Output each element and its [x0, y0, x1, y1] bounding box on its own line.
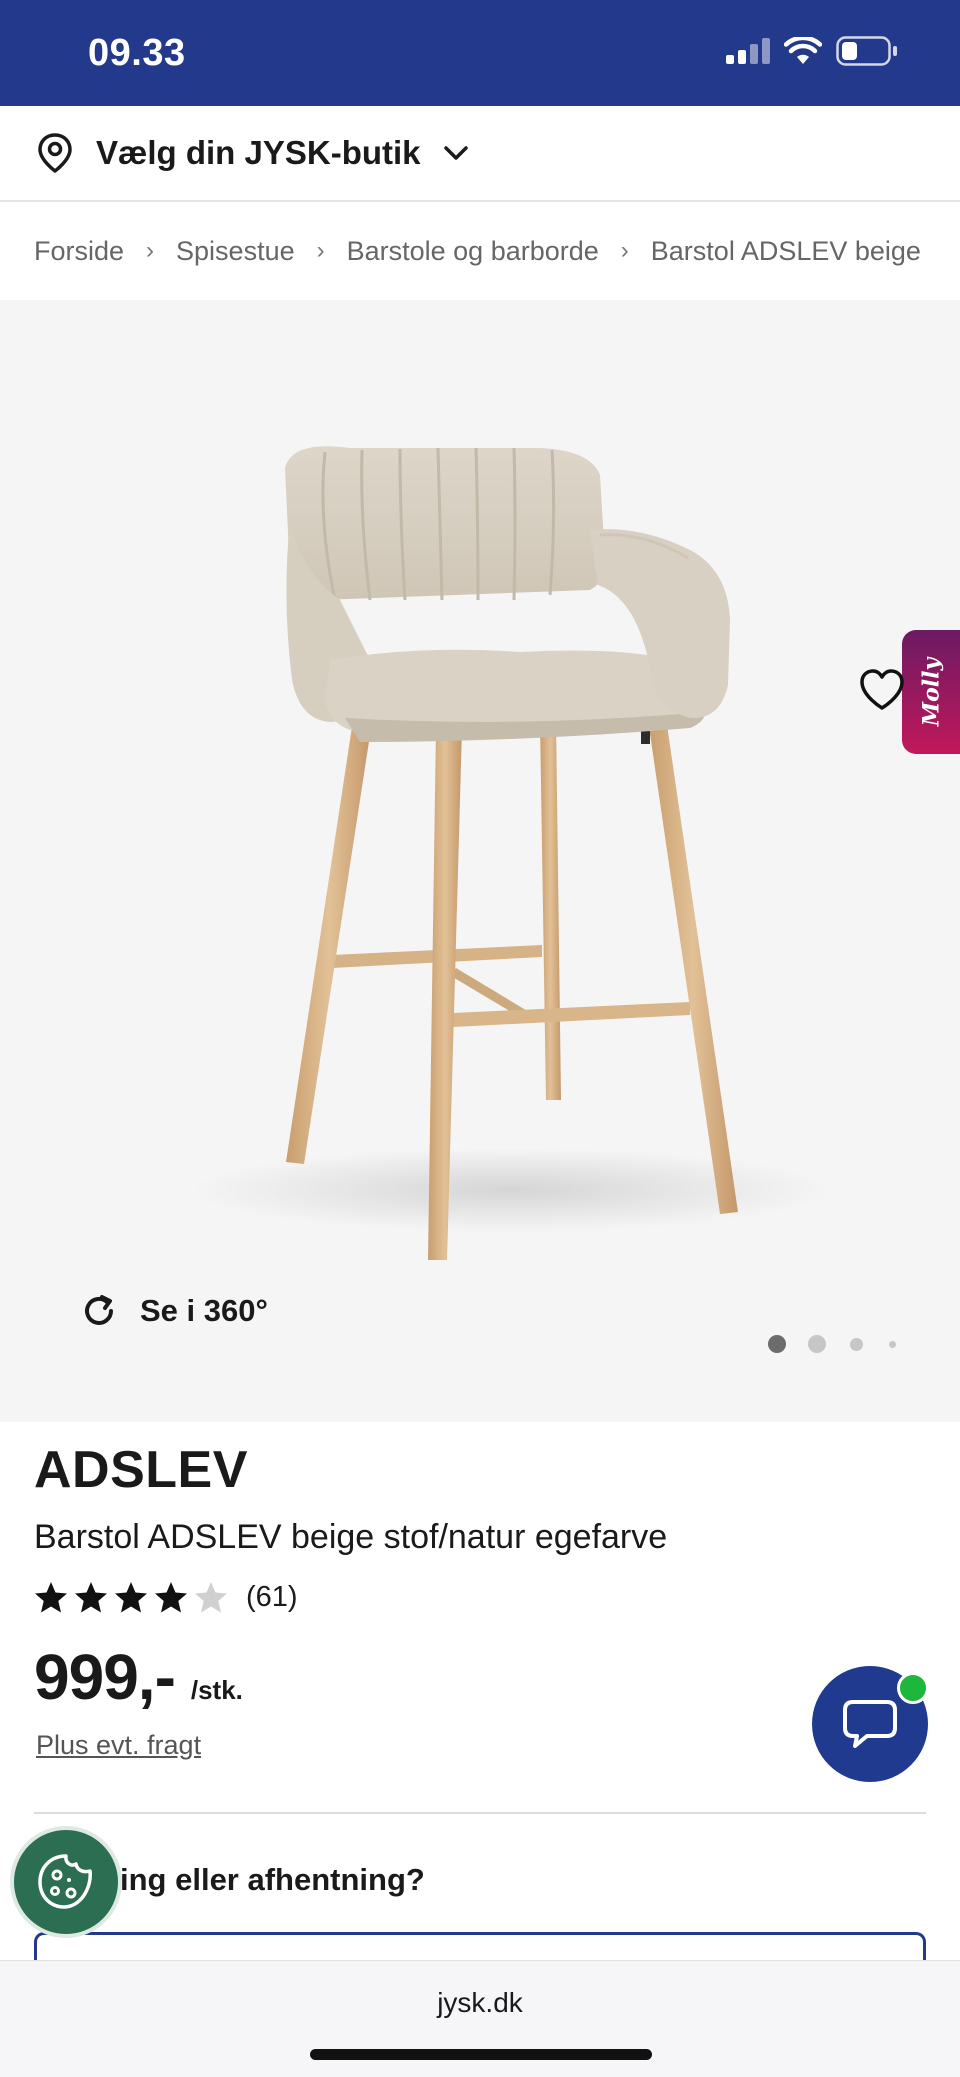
cookie-settings-button[interactable] [10, 1826, 122, 1938]
location-pin-icon [38, 133, 72, 173]
price-row: 999,- /stk. [34, 1640, 243, 1714]
view-360-label: Se i 360° [140, 1293, 268, 1328]
browser-url[interactable]: jysk.dk [0, 1987, 960, 2019]
breadcrumb-separator-icon: › [146, 237, 155, 264]
store-selector[interactable]: Vælg din JYSK-butik [0, 106, 960, 202]
status-icons [726, 36, 898, 66]
review-count: (61) [246, 1580, 298, 1613]
carousel-dot-active[interactable] [768, 1335, 786, 1353]
home-indicator[interactable] [310, 2049, 652, 2060]
view-360-button[interactable]: Se i 360° [80, 1292, 268, 1330]
product-price: 999,- [34, 1641, 176, 1713]
heart-icon[interactable] [858, 668, 906, 712]
carousel-dot[interactable] [808, 1335, 826, 1353]
store-selector-label: Vælg din JYSK-butik [96, 134, 421, 171]
breadcrumb-item-current: Barstol ADSLEV beige [650, 235, 921, 266]
status-time: 09.33 [88, 32, 186, 74]
cellular-signal-icon [726, 38, 770, 64]
product-image [190, 446, 830, 1260]
carousel-dots[interactable] [768, 1335, 896, 1353]
chat-bubble-icon [843, 1700, 897, 1748]
rating-stars [35, 1582, 227, 1613]
product-description: Barstol ADSLEV beige stof/natur egefarve [34, 1518, 668, 1556]
product-name: ADSLEV [34, 1441, 248, 1499]
carousel-dot[interactable] [889, 1340, 896, 1348]
molly-label: Molly [918, 657, 944, 727]
breadcrumb-item-spisestue[interactable]: Spisestue [176, 236, 295, 267]
price-unit: /stk. [190, 1675, 243, 1705]
freight-link[interactable]: Plus evt. fragt [36, 1730, 201, 1761]
product-rating[interactable]: (61) [34, 1578, 298, 1616]
cookie-icon [38, 1854, 92, 1909]
divider [34, 1812, 926, 1814]
status-bar: 09.33 [0, 0, 960, 106]
chevron-down-icon [443, 146, 468, 160]
breadcrumb-item-barstole[interactable]: Barstole og barborde [347, 236, 599, 267]
browser-bottom-bar: jysk.dk [0, 1960, 960, 2077]
breadcrumb-item-forside[interactable]: Forside [34, 236, 124, 267]
rotate-icon [85, 1295, 113, 1325]
online-status-indicator [897, 1672, 929, 1704]
carousel-dot[interactable] [850, 1337, 863, 1351]
wifi-icon [784, 37, 822, 64]
battery-icon [836, 36, 897, 66]
breadcrumb-separator-icon: › [316, 237, 325, 264]
product-image-gallery[interactable]: Molly Se i 360° [0, 300, 960, 1422]
molly-assistant-tab[interactable]: Molly [902, 630, 960, 754]
breadcrumb-separator-icon: › [620, 237, 629, 264]
delivery-heading: ing eller afhentning? [120, 1862, 425, 1897]
breadcrumb: Forside › Spisestue › Barstole og barbor… [0, 202, 960, 300]
